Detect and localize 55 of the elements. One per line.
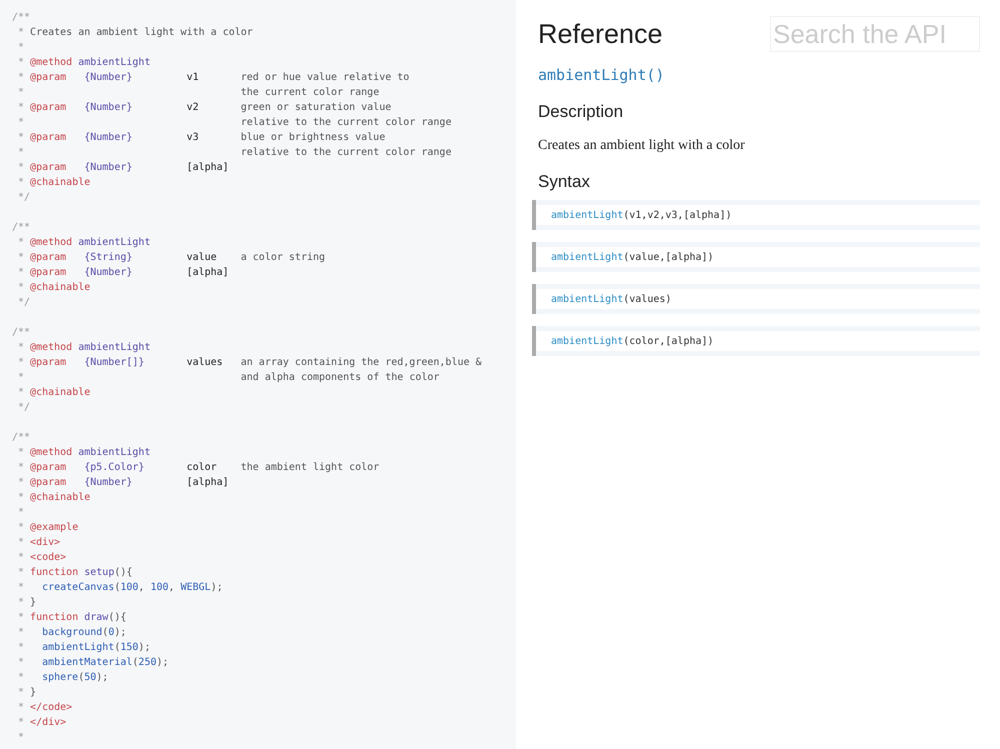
code-line: * @param {Number} v3 blue or brightness value	[17, 131, 386, 145]
code-line: * @method ambientLight	[17, 446, 150, 460]
code-line: /**	[12, 221, 30, 235]
code-line: * ambientLight(150);	[17, 641, 150, 655]
code-line: * @chainable	[17, 386, 90, 400]
code-line: /**	[12, 431, 30, 445]
code-line: * relative to the current color range	[17, 116, 452, 130]
code-line: *	[17, 41, 26, 55]
code-line: * relative to the current color range	[17, 146, 452, 160]
code-line: * @param {Number} v1 red or hue value relative to	[17, 71, 410, 85]
code-line: * function setup(){	[17, 566, 132, 580]
code-line: * Creates an ambient light with a color	[17, 26, 253, 40]
section-heading: Syntax	[538, 172, 590, 192]
code-line: * createCanvas(100, 100, WEBGL);	[17, 581, 223, 595]
code-line: /**	[12, 326, 30, 340]
code-line: * @chainable	[17, 176, 90, 190]
code-line: * @param {p5.Color} color the ambient light color	[17, 461, 380, 475]
code-line: /**	[12, 11, 30, 25]
code-line: * </div>	[17, 716, 66, 730]
code-line: * </code>	[17, 701, 72, 715]
code-line: * @example	[17, 521, 78, 535]
code-line: * @param {Number} [alpha]	[17, 476, 230, 490]
method-name: ambientLight()	[538, 66, 664, 84]
description-text: Creates an ambient light with a color	[538, 138, 745, 154]
code-line: * @method ambientLight	[17, 341, 150, 355]
code-line: * @param {Number} v2 green or saturation value	[17, 101, 392, 115]
syntax-example: ambientLight(value,[alpha])	[532, 242, 980, 272]
syntax-example: ambientLight(values)	[532, 284, 980, 314]
code-line: * and alpha components of the color	[17, 371, 440, 385]
section-heading: Description	[538, 102, 624, 122]
code-line: * the current color range	[17, 86, 380, 100]
code-line: * background(0);	[17, 626, 126, 640]
code-line: * <div>	[17, 536, 60, 550]
code-line: * }	[17, 596, 36, 610]
code-line: * @param {Number[]} values an array containing the red,green,blue &	[17, 356, 482, 370]
code-line: *	[17, 506, 26, 520]
code-line: */	[17, 296, 30, 310]
code-line: * @param {Number} [alpha]	[17, 161, 230, 175]
code-line: *	[17, 731, 26, 745]
code-line: */	[17, 191, 30, 205]
syntax-example: ambientLight(color,[alpha])	[532, 326, 980, 356]
code-line: * @method ambientLight	[17, 236, 150, 250]
code-line: * ambientMaterial(250);	[17, 656, 169, 670]
code-line: * @chainable	[17, 281, 90, 295]
code-line: * @method ambientLight	[17, 56, 150, 70]
code-line: * function draw(){	[17, 611, 126, 625]
code-line: * @param {Number} [alpha]	[17, 266, 230, 280]
code-line: */	[17, 401, 30, 415]
syntax-example: ambientLight(v1,v2,v3,[alpha])	[532, 200, 980, 230]
code-line: * @param {String} value a color string	[17, 251, 326, 265]
code-line: * <code>	[17, 551, 66, 565]
code-line: * sphere(50);	[17, 671, 108, 685]
code-line: * @chainable	[17, 491, 90, 505]
page-title: Reference	[538, 18, 663, 50]
code-line: * }	[17, 686, 36, 700]
